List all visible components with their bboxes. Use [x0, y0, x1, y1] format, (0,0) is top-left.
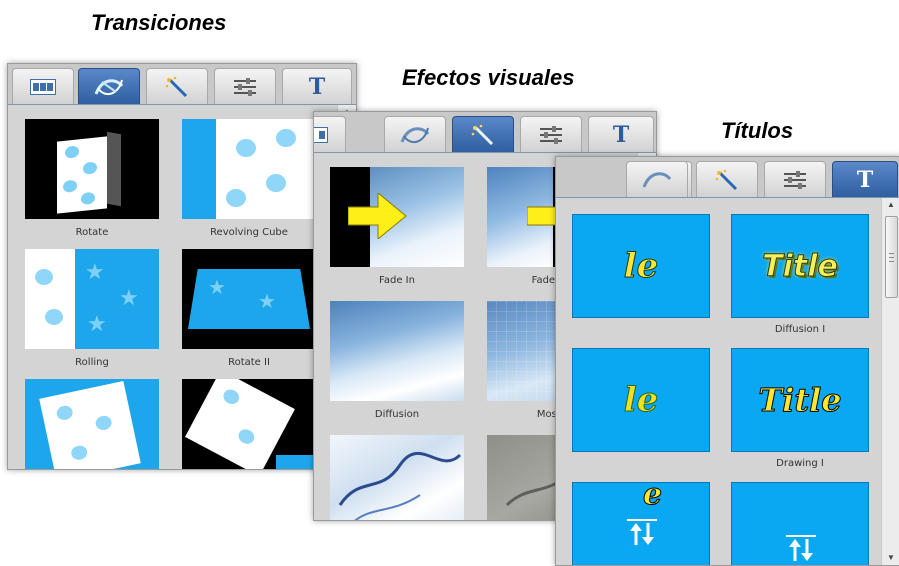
transition-swirl-icon: [94, 78, 124, 95]
item-label: Rolling: [75, 357, 109, 368]
transition-item[interactable]: [25, 379, 159, 469]
title-preview-text: Title: [762, 248, 839, 284]
sliders-icon: [540, 125, 562, 144]
transition-thumbnail: ★ ★: [182, 249, 316, 349]
title-thumbnail: [731, 482, 869, 565]
transition-swirl-icon: [400, 126, 430, 143]
heading-effects: Efectos visuales: [402, 65, 575, 90]
tab-transitions[interactable]: [384, 116, 446, 152]
transition-swirl-icon: [642, 171, 672, 188]
effect-item-fade-in[interactable]: Fade In: [330, 167, 464, 287]
scroll-down-arrow-icon[interactable]: ▼: [882, 551, 899, 565]
scroll-thumb[interactable]: [885, 216, 898, 298]
heading-transitions: Transiciones: [91, 10, 227, 35]
tab-titles[interactable]: T: [588, 116, 654, 152]
sketch-pattern-icon: [338, 451, 462, 520]
transition-item-rolling[interactable]: ★ ★ ★ Rolling: [25, 249, 159, 369]
item-label: Revolving Cube: [210, 227, 288, 238]
title-item[interactable]: le: [572, 348, 710, 452]
transition-item-rotate[interactable]: Rotate: [25, 119, 159, 239]
scrollbar[interactable]: ▲ ▼: [881, 198, 899, 565]
transition-item-revolving-cube[interactable]: Revolving Cube: [182, 119, 316, 239]
arrow-right-icon: [348, 193, 407, 239]
sliders-icon: [234, 77, 256, 96]
tab-titles[interactable]: T: [282, 68, 352, 104]
tab-media[interactable]: [314, 116, 346, 152]
magic-wand-icon: [471, 124, 494, 145]
tab-effects[interactable]: [696, 161, 758, 197]
sliders-icon: [784, 170, 806, 189]
titles-grid: le Title Diffusion I le Title Drawing I: [556, 198, 882, 565]
transition-thumbnail: [182, 119, 316, 219]
scroll-up-arrow-icon[interactable]: ▲: [882, 198, 899, 212]
effect-item-diffusion[interactable]: Diffusion: [330, 301, 464, 421]
title-preview-text: Title: [758, 381, 842, 420]
up-down-arrows-icon: [627, 519, 657, 545]
filmstrip-icon: [30, 78, 56, 95]
title-preview-text: le: [623, 380, 659, 421]
transition-item[interactable]: [182, 379, 316, 469]
title-t-icon: T: [308, 73, 326, 100]
item-label: Rotate: [75, 227, 109, 238]
transition-item-rotate-ii[interactable]: ★ ★ Rotate II: [182, 249, 316, 369]
tab-bar: T: [8, 64, 356, 105]
tab-adjust[interactable]: [520, 116, 582, 152]
title-thumbnail: le: [572, 214, 710, 318]
heading-titles: Títulos: [721, 118, 794, 143]
titles-panel: T le Title Diffusion I le Title Drawing …: [555, 156, 899, 566]
effect-thumbnail: [330, 167, 464, 267]
tab-effects[interactable]: [452, 116, 514, 152]
magic-wand-icon: [165, 76, 188, 97]
title-thumbnail: e: [572, 482, 710, 565]
title-preview-text: le: [623, 246, 659, 287]
tab-transitions[interactable]: [78, 68, 140, 104]
transition-thumbnail: [182, 379, 316, 469]
title-item-drawing-i[interactable]: Title Drawing I: [731, 348, 869, 478]
transition-thumbnail: [25, 379, 159, 469]
transition-thumbnail: [25, 119, 159, 219]
filmstrip-icon: [314, 126, 328, 143]
title-preview-text: e: [642, 482, 663, 513]
tab-titles[interactable]: T: [832, 161, 898, 197]
item-label: Diffusion I: [774, 324, 826, 335]
tab-adjust[interactable]: [214, 68, 276, 104]
item-label: Fade In: [379, 275, 415, 286]
title-item[interactable]: e: [572, 482, 710, 565]
title-thumbnail: le: [572, 348, 710, 452]
effect-item[interactable]: [330, 435, 464, 520]
tab-media[interactable]: [12, 68, 74, 104]
up-down-arrows-icon: [786, 535, 816, 561]
title-t-icon: T: [612, 121, 630, 148]
title-t-icon: T: [856, 166, 874, 193]
effect-thumbnail: [330, 435, 464, 520]
tab-bar: T: [314, 112, 656, 153]
tab-transitions[interactable]: [626, 161, 688, 197]
title-item[interactable]: le: [572, 214, 710, 318]
title-item[interactable]: [731, 482, 869, 565]
title-thumbnail: Title: [731, 214, 869, 318]
transitions-panel: T Rotate Revolving Cube ★ ★ ★ Rolling ★ …: [7, 63, 357, 470]
transition-thumbnail: ★ ★ ★: [25, 249, 159, 349]
transitions-grid: Rotate Revolving Cube ★ ★ ★ Rolling ★ ★ …: [8, 105, 338, 469]
title-thumbnail: Title: [731, 348, 869, 452]
tab-bar: T: [556, 157, 899, 198]
magic-wand-icon: [715, 169, 738, 190]
tab-effects[interactable]: [146, 68, 208, 104]
title-item-diffusion-i[interactable]: Title Diffusion I: [731, 214, 869, 344]
tab-adjust[interactable]: [764, 161, 826, 197]
item-label: Diffusion: [374, 409, 420, 420]
effect-thumbnail: [330, 301, 464, 401]
item-label: Drawing I: [776, 458, 824, 469]
item-label: Rotate II: [228, 357, 270, 368]
